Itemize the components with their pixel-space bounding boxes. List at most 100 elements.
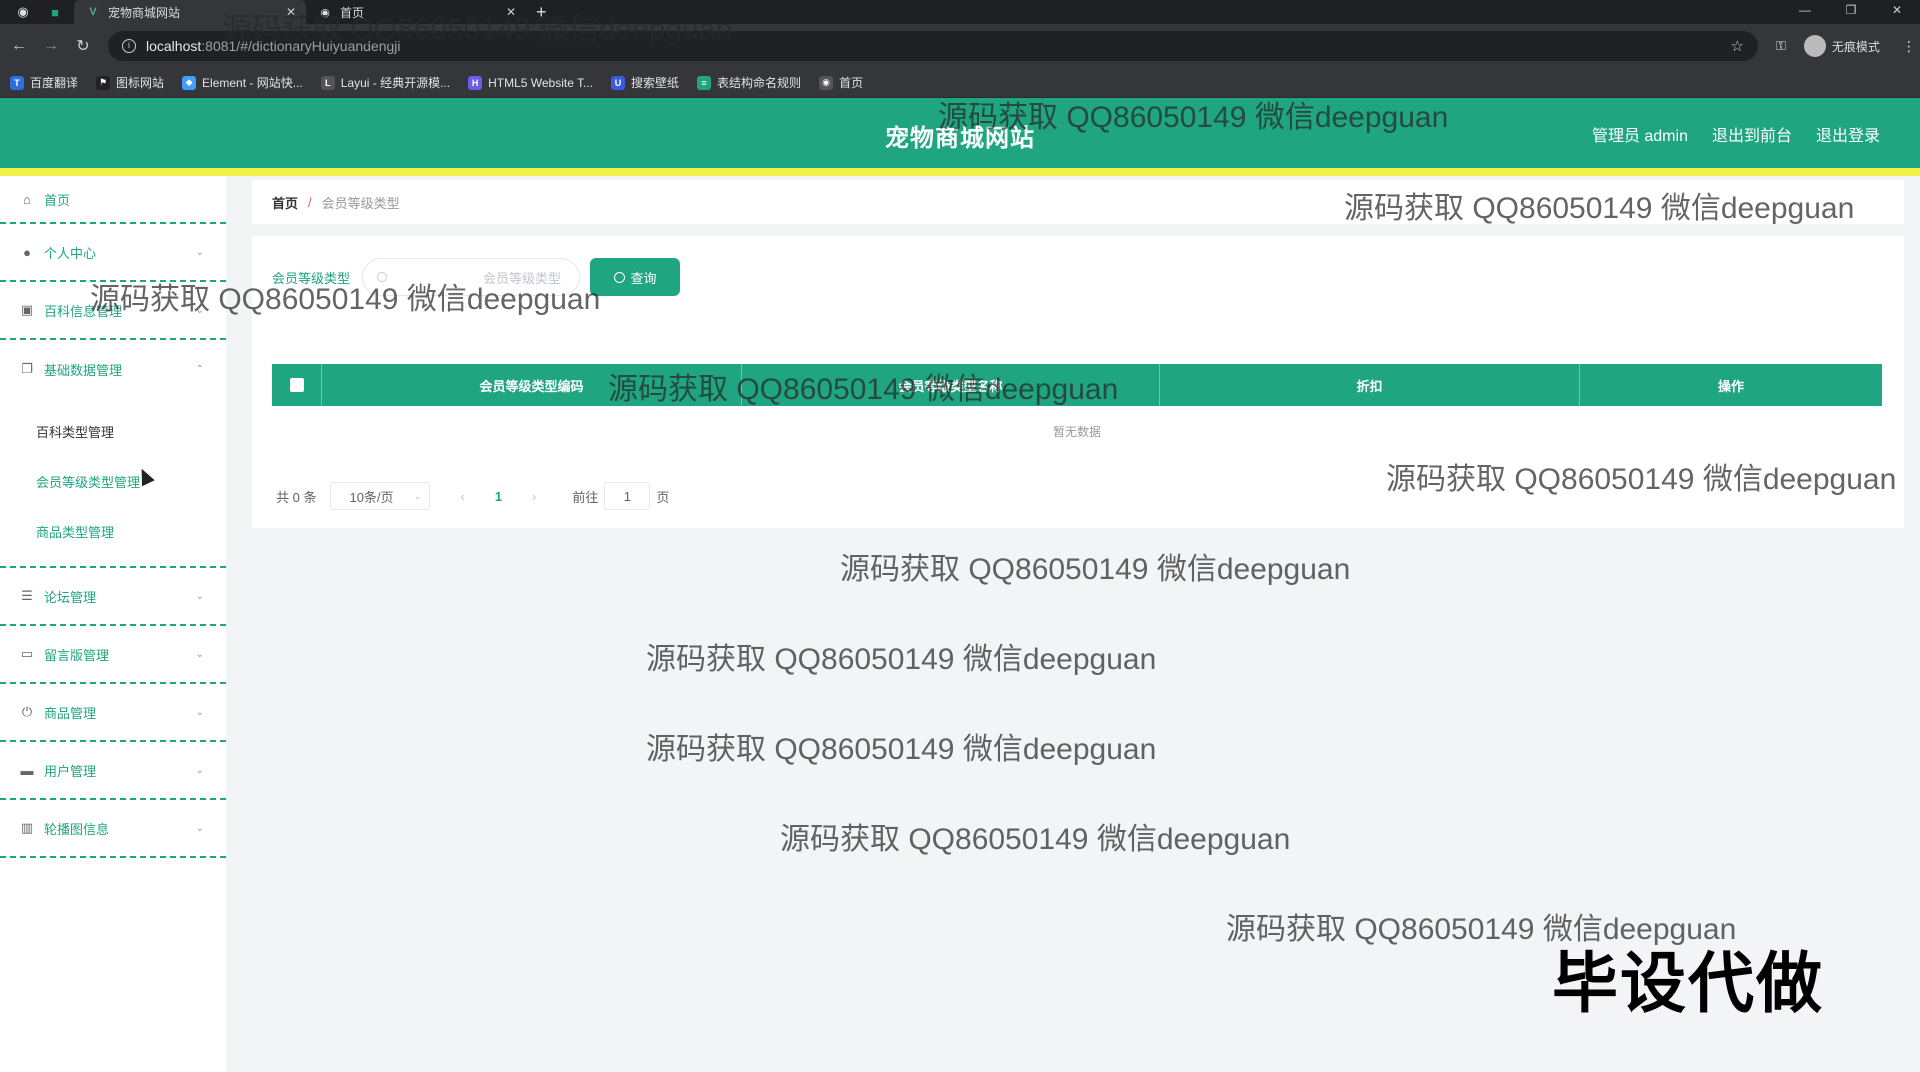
- site-info-icon[interactable]: i: [122, 39, 136, 53]
- sliders-icon: ☰: [21, 588, 33, 603]
- bookmark-item[interactable]: ◉ 首页: [819, 74, 863, 91]
- globe-icon: ◉: [819, 75, 834, 90]
- sidebar-item-forum[interactable]: ☰ 论坛管理 ⌄: [0, 568, 226, 626]
- new-tab-icon[interactable]: +: [536, 2, 547, 23]
- bookmark-item[interactable]: T 百度翻译: [10, 74, 78, 91]
- html5-icon: H: [468, 75, 483, 90]
- bookmark-item[interactable]: ◆ Element - 网站快...: [182, 74, 303, 91]
- checkbox-icon: [289, 378, 304, 392]
- sidebar-item-label: 基础数据管理: [44, 362, 123, 378]
- sidebar-item-products[interactable]: ⏻ 商品管理 ⌄: [0, 684, 226, 742]
- query-button-label: 查询: [630, 270, 657, 286]
- sidebar-item-label: 百科信息管理: [44, 303, 123, 319]
- next-page-icon[interactable]: ›: [532, 489, 536, 504]
- column-header[interactable]: 会员等级类型名称: [742, 364, 1160, 406]
- restore-icon[interactable]: ❐: [1828, 0, 1874, 20]
- promo-stamp: 毕设代做: [1552, 946, 1824, 1020]
- url-host: localhost: [146, 38, 202, 54]
- browser-menu-icon[interactable]: ◉: [14, 3, 32, 21]
- bookmark-label: 搜索壁纸: [631, 76, 680, 90]
- bookmark-label: 图标网站: [116, 76, 165, 90]
- search-input[interactable]: 会员等级类型: [362, 258, 581, 296]
- chevron-down-icon: ⌄: [195, 648, 204, 660]
- sidebar-item-message-board[interactable]: ▭ 留言版管理 ⌄: [0, 626, 226, 684]
- bookmark-item[interactable]: U 搜索壁纸: [611, 74, 679, 91]
- back-icon[interactable]: ←: [6, 37, 32, 55]
- search-placeholder: 会员等级类型: [483, 270, 562, 286]
- column-header[interactable]: 会员等级类型编码: [322, 364, 742, 406]
- goto-page-input[interactable]: 1: [604, 482, 651, 510]
- tab-title: 宠物商城网站: [108, 5, 181, 20]
- back-to-front-link[interactable]: 退出到前台: [1712, 122, 1792, 146]
- browser-tab-bar: ◉ ■ V 宠物商城网站 ✕ ◉ 首页 ✕ + — ❐ ✕: [0, 0, 1920, 24]
- sidebar-item-encyclopedia[interactable]: ▣ 百科信息管理 ⌄: [0, 282, 226, 340]
- bookmark-label: 表结构命名规则: [717, 76, 802, 90]
- address-bar-row: ← → ↻ i localhost:8081/#/dictionaryHuiyu…: [0, 24, 1920, 68]
- search-form: 会员等级类型 会员等级类型 查询: [272, 258, 681, 296]
- sidebar-item-carousel[interactable]: ▥ 轮播图信息 ⌄: [0, 800, 226, 858]
- page-suffix: 页: [656, 489, 670, 505]
- sidebar-item-label: 留言版管理: [44, 647, 110, 663]
- breadcrumb-home[interactable]: 首页: [272, 193, 298, 212]
- sidebar-item-basic-data[interactable]: ❐ 基础数据管理 ⌃: [0, 340, 226, 398]
- chevron-down-icon: ⌄: [195, 304, 204, 316]
- admin-label: 管理员 admin: [1591, 128, 1688, 145]
- close-tab-icon[interactable]: ✕: [286, 5, 296, 19]
- tab-home[interactable]: ◉ 首页 ✕: [306, 0, 526, 24]
- sidebar-item-label: 首页: [44, 192, 71, 208]
- watermark: 源码获取 QQ86050149 微信deepguan: [780, 823, 1291, 856]
- data-table: 会员等级类型编码 会员等级类型名称 折扣 操作 暂无数据: [272, 364, 1882, 458]
- page-size-select[interactable]: 10条/页 ⌄: [330, 482, 431, 510]
- incognito-label[interactable]: 无痕模式: [1832, 38, 1880, 55]
- watermark: 源码获取 QQ86050149 微信deepguan: [646, 643, 1157, 676]
- chevron-down-icon: ⌄: [195, 822, 204, 834]
- bookmark-item[interactable]: ⚑ 图标网站: [96, 74, 164, 91]
- select-all-checkbox[interactable]: [272, 364, 322, 406]
- close-window-icon[interactable]: ✕: [1874, 0, 1920, 20]
- logout-link[interactable]: 退出登录: [1816, 122, 1880, 146]
- tab-pet-store[interactable]: V 宠物商城网站 ✕: [74, 0, 306, 24]
- empty-text: 暂无数据: [1052, 425, 1101, 439]
- bookmark-item[interactable]: H HTML5 Website T...: [468, 75, 594, 90]
- column-header[interactable]: 折扣: [1160, 364, 1580, 406]
- key-icon[interactable]: ⚿: [1776, 38, 1786, 54]
- bookmark-label: HTML5 Website T...: [488, 75, 594, 90]
- submenu-item-encyclopedia-type[interactable]: 百科类型管理: [0, 406, 226, 456]
- sidebar-item-home[interactable]: ⌂ 首页: [0, 176, 226, 224]
- more-menu-icon[interactable]: ⋮: [1902, 38, 1916, 55]
- user-icon: ●: [23, 244, 31, 260]
- home-icon: ⌂: [23, 191, 31, 207]
- bookmarks-bar: T 百度翻译 ⚑ 图标网站 ◆ Element - 网站快... L Layui - 经…: [0, 68, 1920, 98]
- breadcrumb: 首页 / 会员等级类型: [252, 180, 1904, 224]
- watermark: 源码获取 QQ86050149 微信deepguan: [646, 733, 1157, 766]
- app-header: 宠物商城网站 管理员 admin 退出到前台 退出登录: [0, 98, 1920, 176]
- minimize-icon[interactable]: —: [1782, 0, 1828, 20]
- bookmark-item[interactable]: L Layui - 经典开源模...: [320, 74, 450, 91]
- pinned-tab-icon[interactable]: ■: [46, 3, 64, 21]
- query-button[interactable]: 查询: [590, 258, 681, 296]
- submenu-item-product-type[interactable]: 商品类型管理: [0, 506, 226, 556]
- reload-icon[interactable]: ↻: [70, 36, 96, 56]
- sidebar-item-users[interactable]: ▬ 用户管理 ⌄: [0, 742, 226, 800]
- prev-page-icon[interactable]: ‹: [460, 489, 464, 504]
- sidebar-item-label: 轮播图信息: [44, 821, 110, 837]
- forward-icon[interactable]: →: [38, 37, 64, 55]
- page-size-value: 10条/页: [349, 489, 394, 505]
- submenu-item-member-level-type[interactable]: 会员等级类型管理: [0, 456, 226, 506]
- url-input[interactable]: i localhost:8081/#/dictionaryHuiyuandeng…: [108, 31, 1758, 61]
- incognito-icon[interactable]: [1803, 35, 1826, 57]
- chevron-down-icon: ⌄: [195, 706, 204, 718]
- bookmark-label: Element - 网站快...: [202, 76, 303, 90]
- watermark: 源码获取 QQ86050149 微信deepguan: [840, 553, 1351, 586]
- sheet-icon: ≡: [697, 75, 712, 90]
- bookmark-item[interactable]: ≡ 表结构命名规则: [697, 74, 801, 91]
- page-number[interactable]: 1: [495, 489, 502, 504]
- breadcrumb-current: 会员等级类型: [321, 195, 400, 211]
- basic-data-submenu: 百科类型管理 会员等级类型管理 商品类型管理: [0, 398, 226, 568]
- bookmark-star-icon[interactable]: ☆: [1731, 37, 1744, 55]
- element-icon: ◆: [182, 75, 197, 90]
- toolbar-right: ⚿ 无痕模式 ⋮: [1776, 35, 1916, 57]
- goto-label: 前往: [572, 489, 599, 505]
- close-tab-icon[interactable]: ✕: [506, 5, 516, 19]
- sidebar-item-personal-center[interactable]: ● 个人中心 ⌄: [0, 224, 226, 282]
